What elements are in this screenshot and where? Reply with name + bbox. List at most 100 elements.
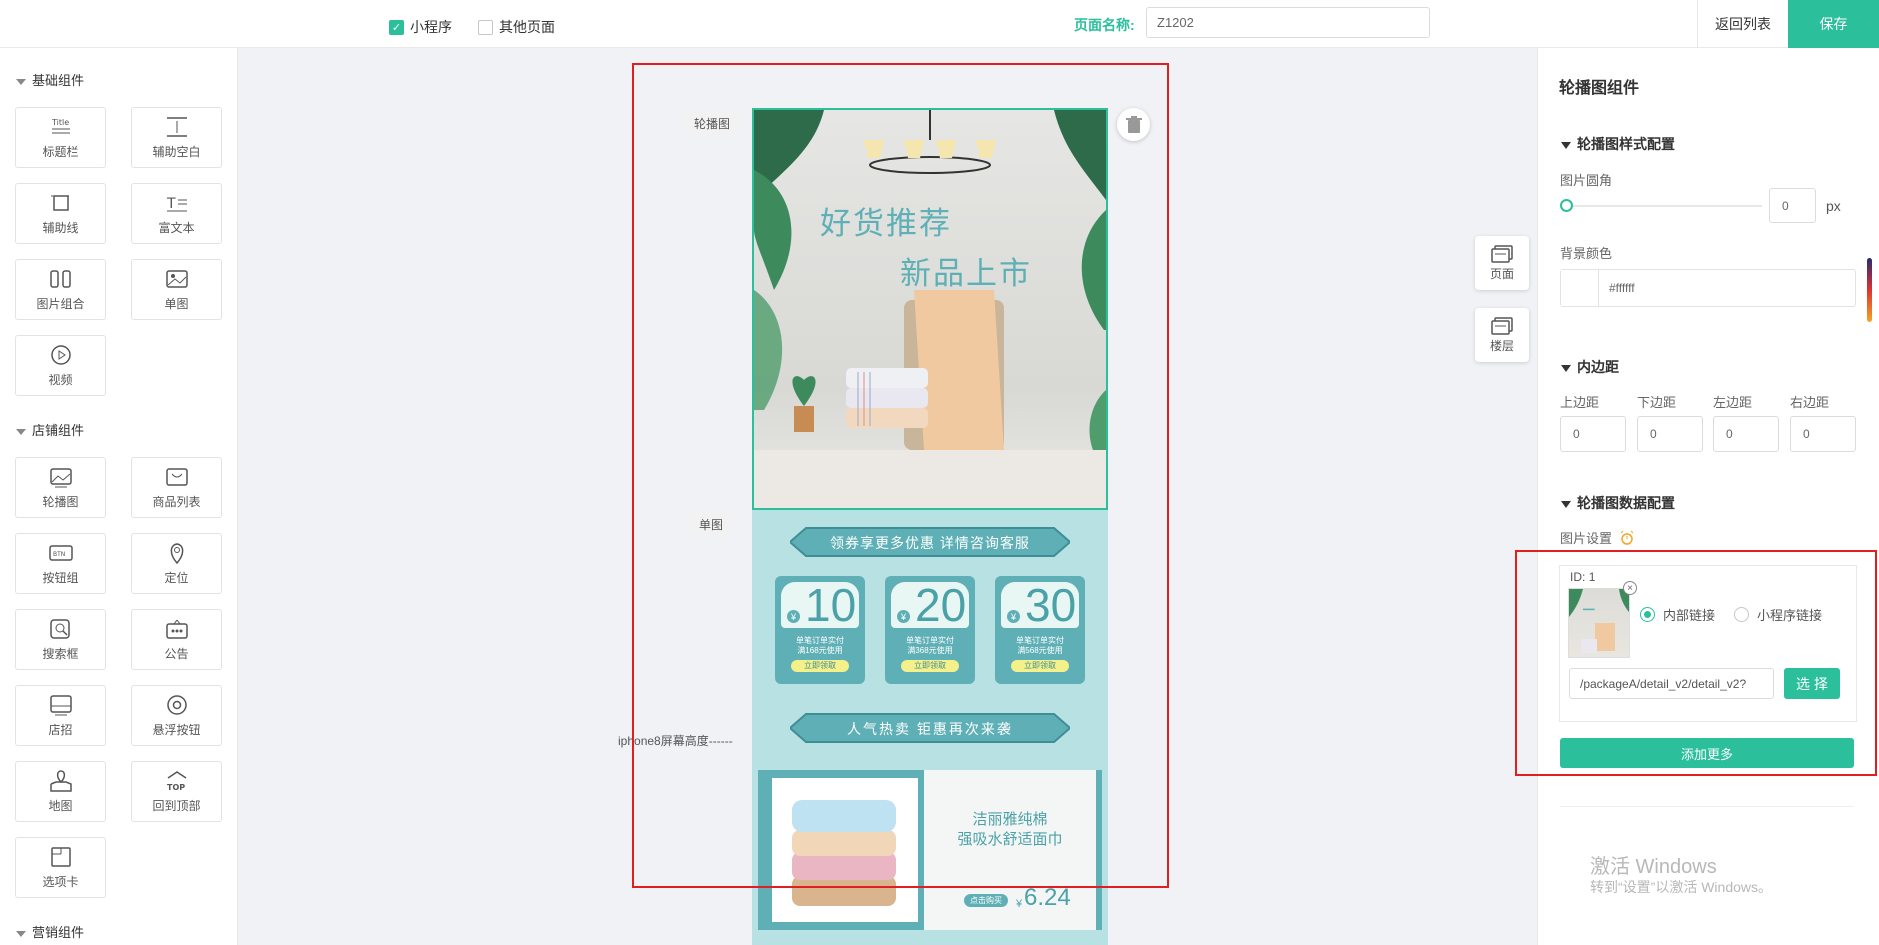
group-label: 营销组件: [32, 925, 85, 940]
other-pages-label: 其他页面: [499, 19, 555, 35]
mini-program-label: 小程序: [410, 19, 452, 35]
component-tile-back-to-top[interactable]: TOP 回到顶部: [131, 761, 222, 822]
bg-color-label: 背景颜色: [1560, 246, 1613, 261]
tile-label: 视频: [48, 372, 73, 387]
video-icon: [49, 344, 73, 366]
component-tile-video[interactable]: 视频: [15, 335, 106, 396]
tile-label: 回到顶部: [152, 798, 201, 813]
radius-slider-handle[interactable]: [1560, 199, 1573, 212]
tile-label: 单图: [164, 296, 189, 311]
divider-icon: [49, 192, 73, 214]
image-settings-text: 图片设置: [1560, 531, 1613, 546]
alarm-icon: [1620, 530, 1633, 545]
component-tile-map[interactable]: 地图: [15, 761, 106, 822]
component-tile-shop-sign[interactable]: 店招: [15, 685, 106, 746]
page-name-input[interactable]: [1146, 7, 1430, 38]
padding-bottom-label: 下边距: [1637, 395, 1677, 410]
component-tile-image[interactable]: 单图: [131, 259, 222, 320]
tile-label: 选项卡: [42, 874, 79, 889]
back-to-list-button[interactable]: 返回列表: [1697, 0, 1788, 48]
basic-components-group[interactable]: 基础组件: [16, 70, 84, 89]
tile-label: 轮播图: [42, 494, 79, 509]
float-button-icon: [165, 694, 189, 716]
map-icon: [49, 769, 73, 792]
group-label: 基础组件: [32, 73, 85, 88]
component-tile-divider[interactable]: 辅助线: [15, 183, 106, 244]
tab-icon: [49, 846, 73, 868]
tile-label: 商品列表: [152, 494, 201, 509]
floor-tool-button[interactable]: 楼层: [1475, 308, 1529, 362]
section-label: 轮播图数据配置: [1577, 495, 1675, 511]
canvas-highlight-frame: [632, 63, 1169, 888]
back-to-top-icon: TOP: [165, 770, 189, 792]
component-tile-search[interactable]: 搜索框: [15, 609, 106, 670]
notice-icon: [165, 618, 189, 640]
checkbox-empty-icon: [478, 19, 493, 35]
component-tile-notice[interactable]: 公告: [131, 609, 222, 670]
component-tile-richtext[interactable]: T 富文本: [131, 183, 222, 244]
other-pages-checkbox[interactable]: 其他页面: [478, 17, 555, 37]
windows-watermark-title: 激活 Windows: [1590, 856, 1717, 878]
caret-down-icon: [16, 428, 26, 435]
group-label: 店铺组件: [32, 423, 85, 438]
padding-left-input[interactable]: 0: [1713, 416, 1779, 452]
component-tile-carousel[interactable]: 轮播图: [15, 457, 106, 518]
tile-label: 辅助空白: [152, 144, 201, 159]
component-tile-product-list[interactable]: 商品列表: [131, 457, 222, 518]
tile-label: 图片组合: [36, 296, 85, 311]
padding-section-header[interactable]: 内边距: [1561, 357, 1619, 377]
radius-input[interactable]: 0: [1769, 188, 1816, 223]
padding-top-label: 上边距: [1560, 395, 1600, 410]
padding-right-label: 右边距: [1790, 395, 1830, 410]
location-icon: [165, 542, 189, 564]
data-section-header[interactable]: 轮播图数据配置: [1561, 493, 1675, 513]
tile-label: 辅助线: [42, 220, 79, 235]
spacer-icon: [165, 116, 189, 138]
padding-bottom-input[interactable]: 0: [1637, 416, 1703, 452]
svg-text:BTN: BTN: [53, 551, 65, 558]
component-tile-location[interactable]: 定位: [131, 533, 222, 594]
divider: [1560, 806, 1854, 807]
scrollbar-thumb[interactable]: [1867, 258, 1872, 322]
caret-down-icon: [1561, 500, 1571, 508]
product-price: 6.24: [1024, 884, 1071, 911]
padding-right-input[interactable]: 0: [1790, 416, 1856, 452]
component-tile-button-group[interactable]: BTN 按钮组: [15, 533, 106, 594]
mini-program-checkbox[interactable]: ✓ 小程序: [389, 17, 452, 37]
product-list-icon: [165, 466, 189, 488]
floor-tool-label: 楼层: [1489, 338, 1514, 353]
tile-label: 搜索框: [42, 646, 79, 661]
component-tile-title[interactable]: Title 标题栏: [15, 107, 106, 168]
padding-top-input[interactable]: 0: [1560, 416, 1626, 452]
carousel-icon: [49, 466, 73, 488]
marketing-components-group[interactable]: 营销组件: [16, 922, 84, 941]
radius-label: 图片圆角: [1560, 173, 1613, 188]
page-icon: [1491, 244, 1513, 263]
color-swatch[interactable]: [1561, 270, 1599, 306]
component-tile-image-group[interactable]: 图片组合: [15, 259, 106, 320]
section-label: 内边距: [1577, 359, 1619, 375]
component-tile-float-button[interactable]: 悬浮按钮: [131, 685, 222, 746]
page-tool-button[interactable]: 页面: [1475, 236, 1529, 290]
price-currency: ¥: [1016, 898, 1023, 910]
page-tool-label: 页面: [1489, 266, 1514, 281]
image-settings-highlight-frame: [1515, 550, 1877, 776]
top-bar: ✓ 小程序 其他页面 页面名称: 返回列表 保存: [0, 0, 1879, 48]
shop-components-group[interactable]: 店铺组件: [16, 420, 84, 439]
image-group-icon: [49, 268, 73, 290]
style-section-header[interactable]: 轮播图样式配置: [1561, 134, 1675, 154]
tile-label: 按钮组: [42, 570, 79, 585]
tile-label: 定位: [164, 570, 189, 585]
buy-now-badge[interactable]: 点击购买: [964, 894, 1008, 907]
caret-down-icon: [16, 78, 26, 85]
radius-slider-track[interactable]: [1566, 205, 1762, 207]
caret-down-icon: [16, 930, 26, 937]
windows-watermark-subtitle: 转到“设置”以激活 Windows。: [1590, 879, 1773, 895]
component-tile-tabs[interactable]: 选项卡: [15, 837, 106, 898]
checkmark-icon: ✓: [389, 19, 404, 35]
component-tile-spacer[interactable]: 辅助空白: [131, 107, 222, 168]
shop-sign-icon: [49, 694, 73, 716]
tile-label: 富文本: [158, 220, 195, 235]
save-button[interactable]: 保存: [1788, 0, 1879, 48]
bg-color-field[interactable]: #ffffff: [1560, 269, 1856, 307]
